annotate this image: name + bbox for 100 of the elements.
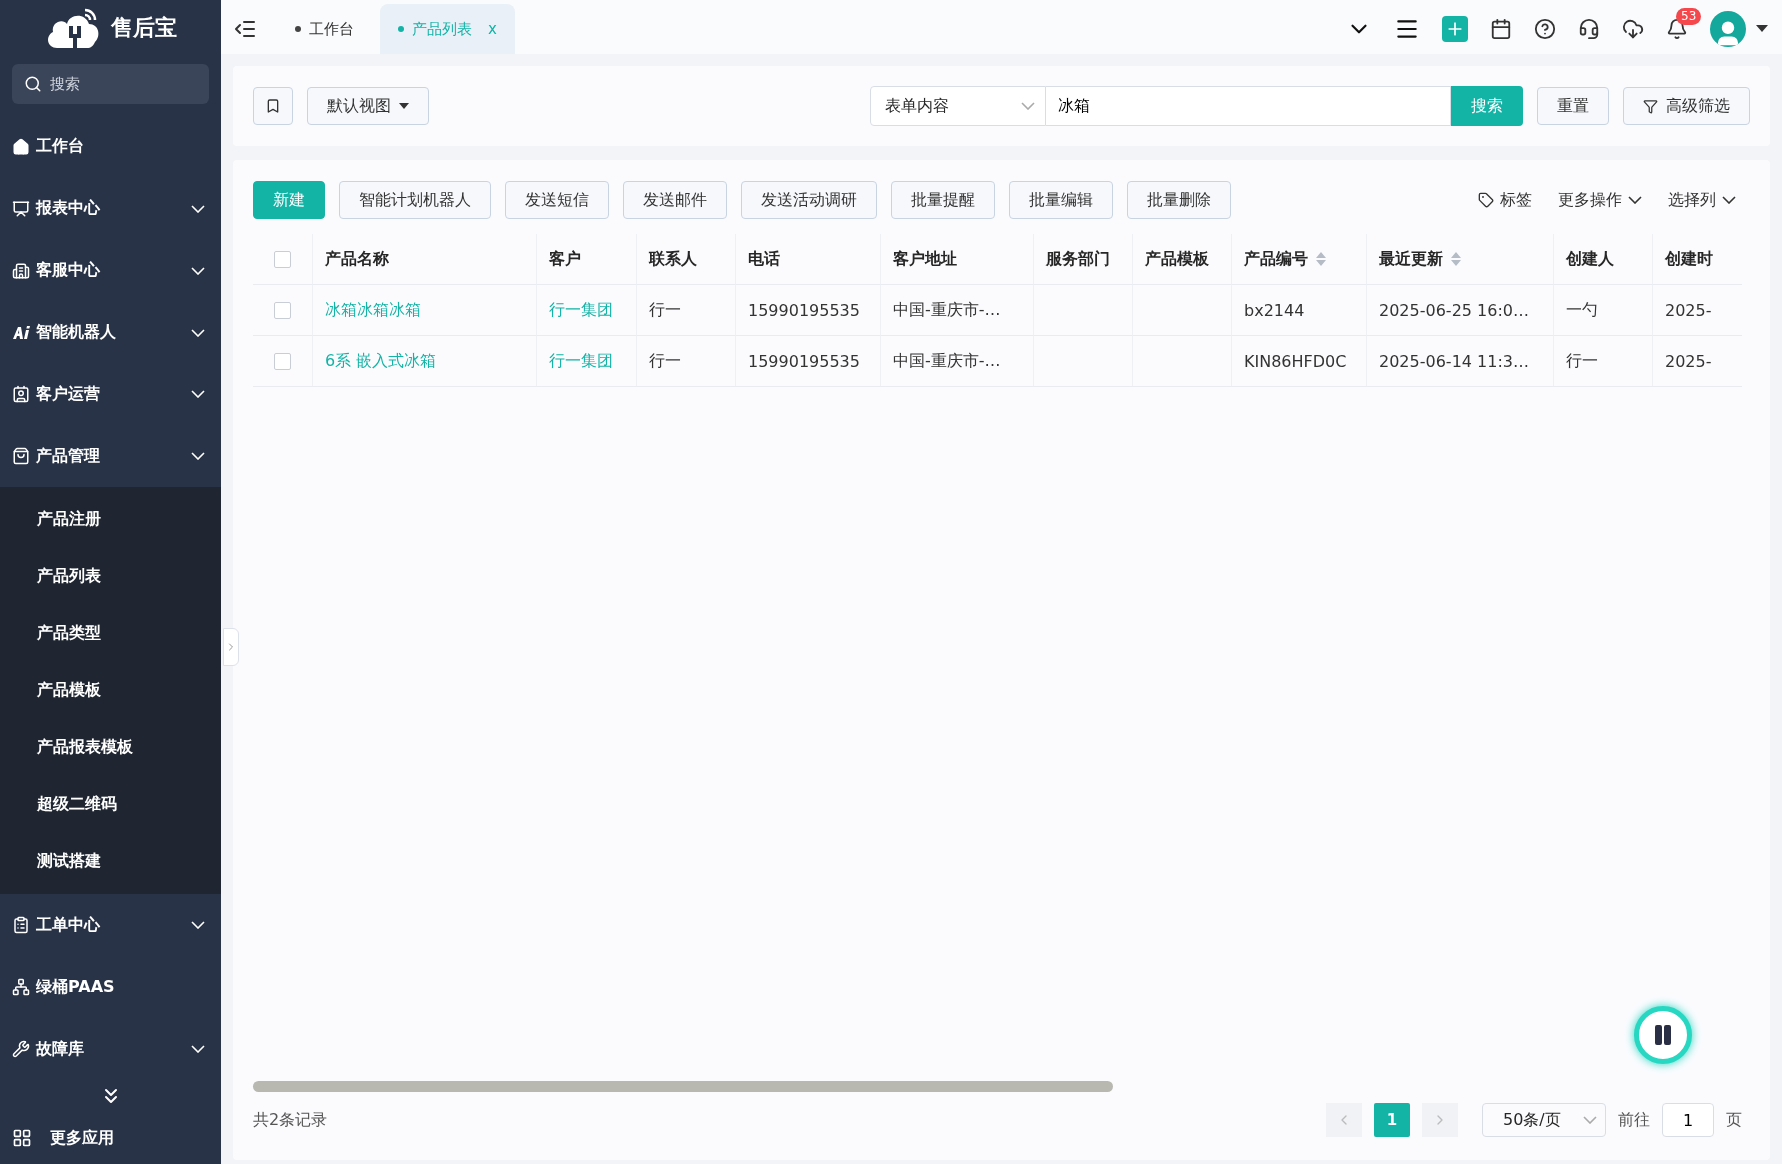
total-records: 共2条记录 [253,1109,328,1131]
action-button[interactable]: 智能计划机器人 [339,181,491,219]
column-header: 联系人 [637,234,736,285]
network-icon [12,978,30,997]
select-columns-button[interactable]: 选择列 [1662,189,1742,211]
avatar[interactable] [1710,11,1746,47]
goto-label: 前往 [1618,1109,1650,1131]
sidebar-item[interactable]: 客服中心 [0,239,221,302]
apps-icon [12,1128,32,1149]
column-header: 客户 [537,234,637,285]
scrollbar-thumb[interactable] [253,1080,1113,1092]
bookmark-icon [265,98,281,114]
view-dropdown[interactable]: 默认视图 [307,87,429,125]
action-button[interactable]: 发送邮件 [623,181,727,219]
notification-badge: 53 [1676,8,1702,25]
collapse-handle[interactable] [223,628,239,666]
sidebar-item[interactable]: 绿桶PAAS [0,956,221,1019]
chevron-icon [1583,1116,1597,1124]
chevron-icon [1722,196,1736,204]
brand-name: 售后宝 [110,13,177,42]
sidebar-item[interactable]: 故障库 [0,1018,221,1080]
bookmark-button[interactable] [253,87,293,125]
column-header: 最近更新 [1367,234,1554,285]
chevron-icon [191,390,205,399]
sidebar-item[interactable]: 工作台 [0,115,221,178]
page-size-select[interactable]: 50条/页 [1482,1103,1606,1137]
goto-page-field[interactable]: 1 [1662,1103,1714,1137]
clipboard-icon [12,916,30,935]
search-field[interactable]: 搜索 [12,63,209,104]
action-button[interactable]: 批量编辑 [1009,181,1113,219]
table-cell: 行一 [1554,336,1653,387]
field-select[interactable]: 表单内容 [870,86,1046,126]
calendar-icon[interactable] [1490,18,1512,40]
action-button[interactable]: 批量提醒 [891,181,995,219]
building-icon [12,261,30,280]
submenu-item[interactable]: 产品列表 [0,548,221,606]
sidebar-item[interactable]: 报表中心 [0,177,221,240]
table-cell: 2025-06-14 11:3… [1367,336,1554,387]
column-header: 创建人 [1554,234,1653,285]
home-icon [12,137,30,156]
page-unit: 页 [1726,1109,1742,1131]
chevron-icon [191,921,205,930]
table-cell: 15990195535 [736,285,881,336]
chart-icon [12,199,30,218]
submenu-item[interactable]: 产品类型 [0,605,221,663]
contact-card-icon [12,385,30,404]
filter-icon [1643,98,1658,114]
chevron-icon [191,452,205,461]
table-cell: 2025-06-25 16:0… [1367,285,1554,336]
table-cell: 行一 [637,336,736,387]
wrench-icon [12,1040,30,1059]
sidebar-item[interactable]: 智能机器人 [0,301,221,364]
table-cell: 一勺 [1554,285,1653,336]
search-icon [24,74,42,93]
submenu-item[interactable]: 产品模板 [0,662,221,720]
chevron-icon [191,204,205,213]
bag-icon [12,447,30,466]
help-icon[interactable] [1534,18,1556,40]
submenu-item[interactable]: 产品注册 [0,491,221,549]
column-header: 服务部门 [1034,234,1133,285]
submenu-item[interactable]: 超级二维码 [0,776,221,834]
tag-button[interactable]: 标签 [1472,189,1538,211]
headset-icon[interactable] [1578,18,1600,40]
reset-button[interactable]: 重置 [1537,87,1609,125]
action-button[interactable]: 发送短信 [505,181,609,219]
sidebar-item[interactable]: 客户运营 [0,363,221,426]
ai-icon [12,324,30,341]
checkbox[interactable] [274,250,291,268]
advanced-filter-button[interactable]: 高级筛选 [1623,87,1750,125]
chevron-icon [1628,196,1642,204]
checkbox[interactable] [274,352,291,370]
sidebar-item[interactable]: 产品管理 [0,425,221,488]
table-cell: 中国-重庆市-… [881,336,1034,387]
table-cell: 中国-重庆市-… [881,285,1034,336]
more-actions-button[interactable]: 更多操作 [1552,189,1648,211]
cloud-download-icon[interactable] [1622,18,1644,40]
table-cell: 2025- [1653,336,1742,387]
search-input[interactable]: 搜索 [48,74,172,94]
caret-icon [399,103,409,109]
column-header: 产品编号 [1232,234,1367,285]
chevron-icon [191,266,205,275]
checkbox[interactable] [274,301,291,319]
caret-icon[interactable] [1756,25,1768,33]
more-apps-link[interactable]: 更多应用 [50,1127,114,1149]
table-cell: 15990195535 [736,336,881,387]
sidebar-item[interactable]: 工单中心 [0,894,221,957]
search-field[interactable]: 冰箱 [1046,86,1451,126]
action-button[interactable]: 发送活动调研 [741,181,877,219]
column-header: 创建时 [1653,234,1742,285]
chevron-icon [1021,102,1035,110]
submenu-item[interactable]: 测试搭建 [0,833,221,891]
bell-icon[interactable] [1666,18,1688,40]
chevron-icon [191,328,205,337]
tab[interactable]: 工作台 [277,4,372,54]
submenu-item[interactable]: 产品报表模板 [0,719,221,777]
table-cell: 2025- [1653,285,1742,336]
column-header: 产品模板 [1133,234,1232,285]
tag-icon [1478,192,1494,208]
table-cell: KIN86HFD0C [1232,336,1367,387]
action-button[interactable]: 批量删除 [1127,181,1231,219]
